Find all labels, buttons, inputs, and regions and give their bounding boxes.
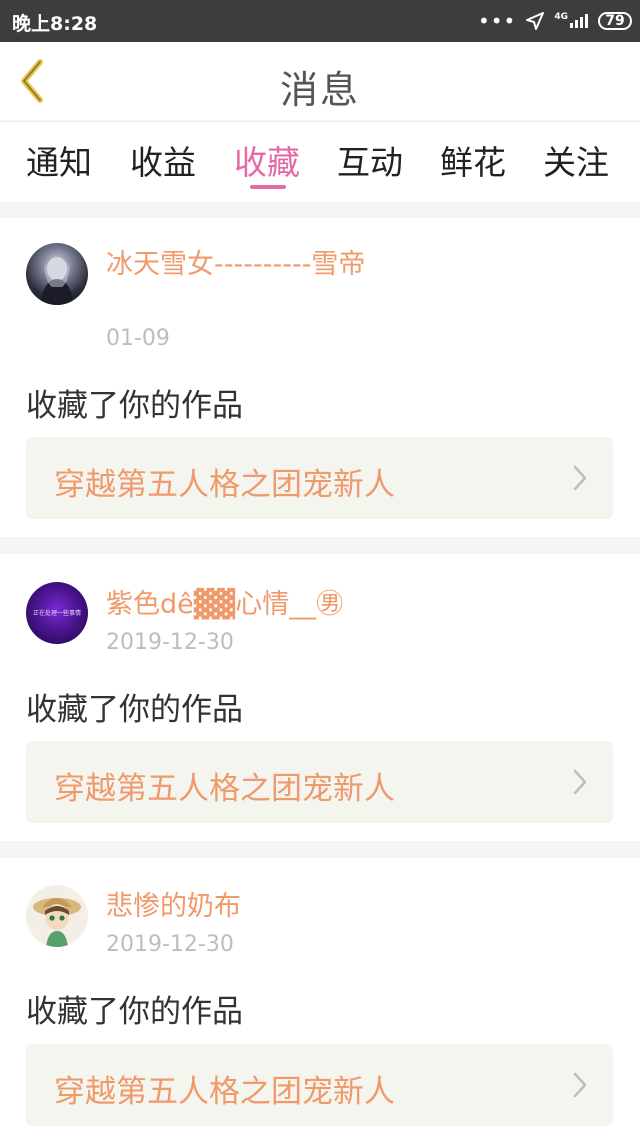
action-text: 收藏了你的作品: [26, 692, 243, 728]
active-tab-indicator: [250, 185, 286, 189]
list-item: 冰天雪女----------雪帝 01-09 收藏了你的作品 穿越第五人格之团宠…: [0, 218, 640, 537]
battery-icon: 79: [598, 12, 632, 30]
date: 01-09: [106, 326, 170, 351]
status-icons: ••• 4G 79: [478, 8, 632, 34]
avatar-caption: 正在处理一些事情: [32, 610, 81, 617]
header-bar: 消息: [0, 42, 640, 120]
status-time: 晚上8:28: [12, 13, 98, 35]
work-link[interactable]: 穿越第五人格之团宠新人: [26, 437, 613, 519]
chevron-right-icon: [573, 1072, 587, 1098]
tab-flowers[interactable]: 鲜花: [440, 136, 506, 184]
avatar-image: [33, 898, 81, 947]
battery-level: 79: [605, 13, 625, 29]
tab-earnings[interactable]: 收益: [130, 136, 196, 184]
page-title: 消息: [279, 68, 360, 112]
work-title: 穿越第五人格之团宠新人: [54, 1074, 395, 1110]
chevron-right-icon: [573, 769, 587, 795]
chevron-right-icon: [573, 465, 587, 491]
signal-icon: 4G: [554, 12, 588, 28]
work-link[interactable]: 穿越第五人格之团宠新人: [26, 741, 613, 823]
action-text: 收藏了你的作品: [26, 388, 243, 424]
tab-notifications[interactable]: 通知: [26, 136, 92, 184]
avatar[interactable]: 正在处理一些事情: [26, 582, 88, 644]
avatar[interactable]: [26, 243, 88, 305]
more-dots-icon: •••: [477, 9, 517, 33]
location-arrow-icon: [526, 12, 545, 30]
avatar[interactable]: [26, 885, 88, 947]
date: 2019-12-30: [106, 630, 234, 655]
date: 2019-12-30: [106, 932, 234, 957]
action-text: 收藏了你的作品: [26, 994, 243, 1030]
username[interactable]: 冰天雪女----------雪帝: [106, 248, 396, 282]
list-item: 悲惨的奶布 2019-12-30 收藏了你的作品 穿越第五人格之团宠新人: [0, 858, 640, 1138]
work-title: 穿越第五人格之团宠新人: [54, 771, 395, 807]
username[interactable]: 悲惨的奶布: [106, 890, 396, 924]
username[interactable]: 紫色dê▓▓心情__㊚: [106, 588, 406, 622]
tab-bar: 通知 收益 收藏 互动 鲜花 关注: [0, 121, 640, 202]
tab-following[interactable]: 关注: [543, 136, 609, 184]
list-item: 正在处理一些事情 紫色dê▓▓心情__㊚ 2019-12-30 收藏了你的作品 …: [0, 554, 640, 841]
tab-interactions[interactable]: 互动: [337, 136, 403, 184]
status-bar: 晚上8:28 ••• 4G 79: [0, 0, 640, 42]
avatar-image: [40, 257, 74, 305]
work-title: 穿越第五人格之团宠新人: [54, 467, 395, 503]
network-type: 4G: [554, 12, 568, 22]
tab-favorites[interactable]: 收藏: [234, 136, 300, 184]
work-link[interactable]: 穿越第五人格之团宠新人: [26, 1044, 613, 1126]
